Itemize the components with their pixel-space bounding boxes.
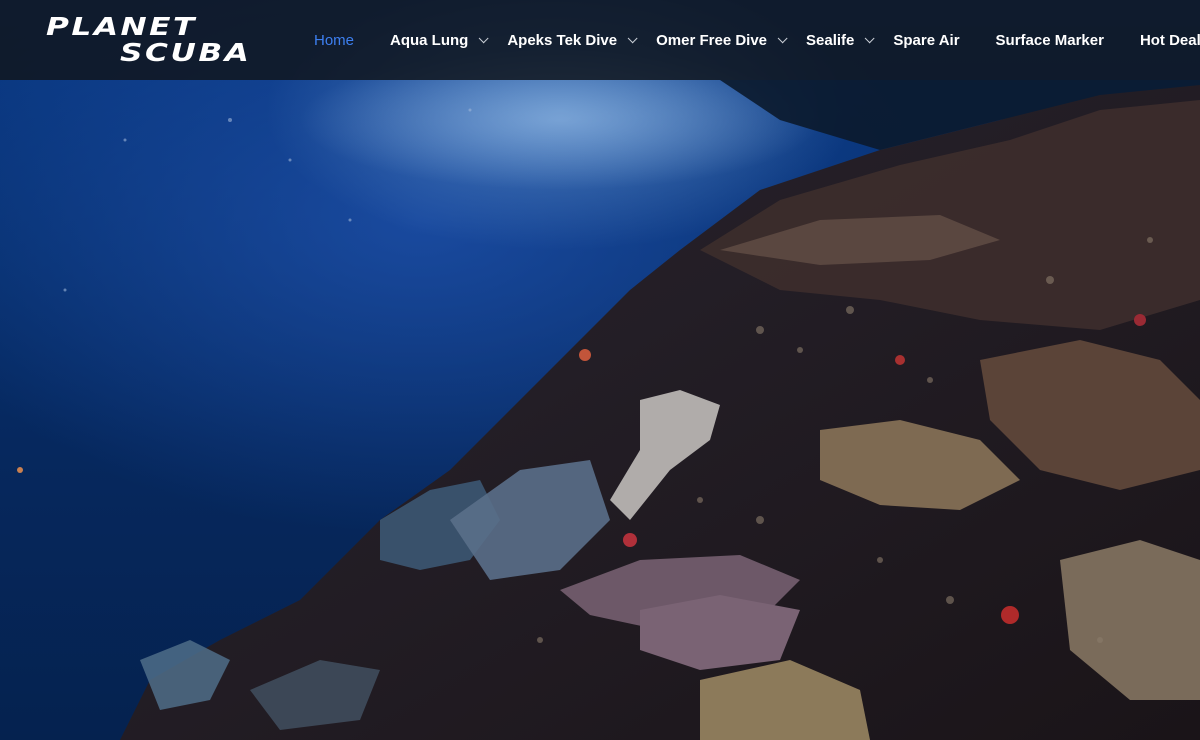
nav-item-label: Aqua Lung bbox=[390, 31, 469, 49]
logo-text-line2: SCUBA bbox=[120, 38, 252, 67]
nav-item-label: Home bbox=[314, 31, 355, 49]
nav-item-sealife[interactable]: Sealife bbox=[806, 31, 875, 49]
nav-item-label: Spare Air bbox=[893, 31, 960, 49]
nav-item-label: Hot Deal bbox=[1139, 31, 1200, 49]
chevron-down-icon bbox=[627, 32, 638, 43]
logo-text-line1: PLANET bbox=[46, 12, 197, 41]
main-nav: Home Aqua Lung Apeks Tek Dive Omer Free … bbox=[314, 0, 1200, 80]
hero-reef-image bbox=[0, 0, 1200, 740]
nav-item-spare-air[interactable]: Spare Air bbox=[893, 32, 959, 49]
nav-item-label: Surface Marker bbox=[995, 31, 1104, 49]
nav-item-home[interactable]: Home bbox=[314, 32, 354, 49]
chevron-down-icon bbox=[479, 32, 489, 43]
nav-item-omer-free-dive[interactable]: Omer Free Dive bbox=[656, 31, 788, 49]
site-header: PLANET SCUBA Home Aqua Lung Apeks Tek Di… bbox=[0, 0, 1200, 80]
coral-reef-illustration bbox=[17, 50, 1200, 740]
nav-item-surface-marker[interactable]: Surface Marker bbox=[996, 32, 1104, 49]
page: PLANET SCUBA Home Aqua Lung Apeks Tek Di… bbox=[0, 0, 1200, 740]
nav-item-label: Omer Free Dive bbox=[656, 31, 768, 49]
nav-item-apeks-tek-dive[interactable]: Apeks Tek Dive bbox=[507, 31, 638, 49]
chevron-down-icon bbox=[777, 32, 788, 43]
nav-item-label: Sealife bbox=[806, 31, 855, 49]
nav-item-aqua-lung[interactable]: Aqua Lung bbox=[390, 31, 489, 49]
nav-item-label: Apeks Tek Dive bbox=[507, 31, 618, 49]
site-logo[interactable]: PLANET SCUBA bbox=[44, 12, 294, 68]
nav-item-hot-deal[interactable]: Hot Deal bbox=[1140, 32, 1200, 49]
chevron-down-icon bbox=[865, 32, 875, 43]
